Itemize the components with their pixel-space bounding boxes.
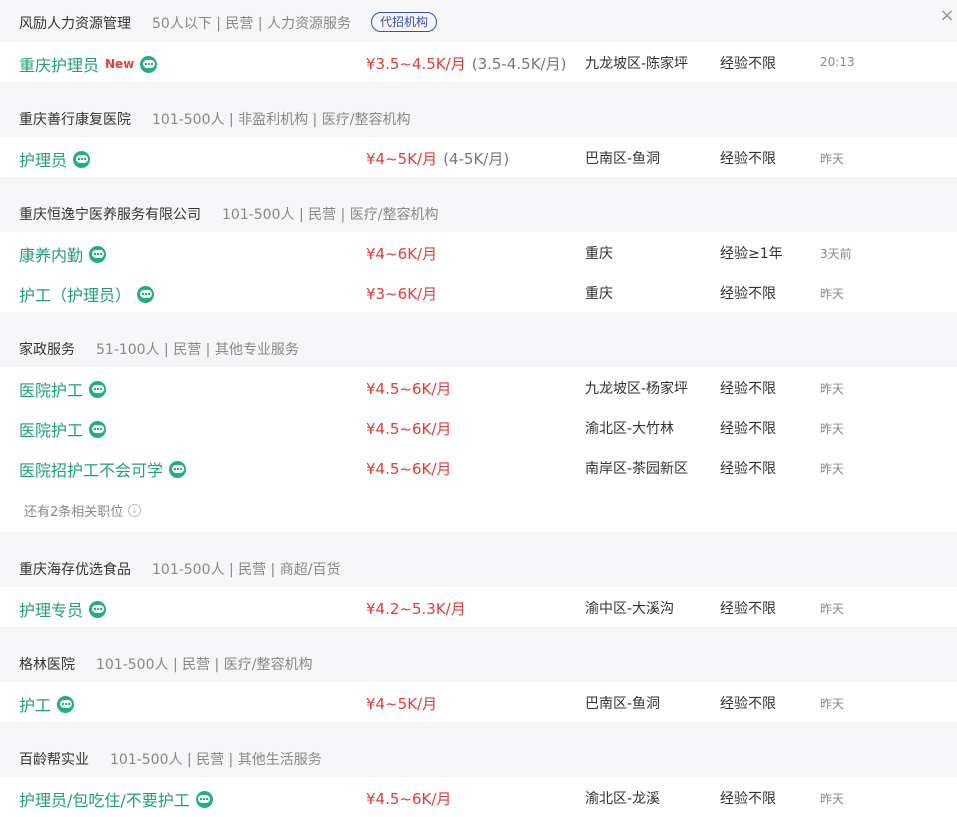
job-title[interactable]: 护工（护理员） bbox=[19, 282, 155, 306]
salary: ¥4~6K/月 bbox=[366, 245, 438, 263]
job-title[interactable]: 护工 bbox=[19, 692, 75, 716]
salary: ¥4~5K/月 (4-5K/月) bbox=[366, 150, 510, 168]
job-title[interactable]: 康养内勤 bbox=[19, 242, 107, 266]
post-time: 昨天 bbox=[820, 602, 845, 616]
job-row[interactable]: 护工（护理员） ¥3~6K/月 重庆 经验不限 昨天 bbox=[0, 272, 957, 312]
salary: ¥4.5~6K/月 bbox=[366, 420, 452, 438]
salary: ¥3~6K/月 bbox=[366, 285, 438, 303]
agency-badge: 代招机构 bbox=[371, 12, 438, 32]
job-row[interactable]: 重庆护理员 New ¥3.5~4.5K/月 (3.5-4.5K/月) 九龙坡区-陈… bbox=[0, 42, 957, 82]
job-title[interactable]: 医院招护工不会可学 bbox=[19, 457, 187, 481]
company-header: 重庆海存优选食品 101-500人 | 民营 | 商超/百货 bbox=[0, 547, 957, 585]
job-location: 九龙坡区-陈家坪 bbox=[585, 56, 689, 72]
post-time: 昨天 bbox=[820, 382, 845, 396]
job-location: 渝北区-龙溪 bbox=[585, 791, 661, 807]
company-name[interactable]: 重庆恒逸宁医养服务有限公司 bbox=[19, 204, 201, 224]
job-experience: 经验不限 bbox=[720, 696, 776, 712]
company-meta: 101-500人 | 非盈利机构 | 医疗/整容机构 bbox=[152, 112, 411, 128]
company-meta: 51-100人 | 民营 | 其他专业服务 bbox=[96, 342, 299, 358]
post-time: 昨天 bbox=[820, 792, 845, 806]
job-experience: 经验不限 bbox=[720, 791, 776, 807]
salary: ¥4.5~6K/月 bbox=[366, 460, 452, 478]
company-header: 格林医院 101-500人 | 民营 | 医疗/整容机构 bbox=[0, 642, 957, 680]
chat-icon[interactable] bbox=[73, 150, 91, 168]
company-header: 重庆善行康复医院 101-500人 | 非盈利机构 | 医疗/整容机构 bbox=[0, 97, 957, 135]
company-meta: 101-500人 | 民营 | 医疗/整容机构 bbox=[222, 207, 439, 223]
company-meta: 101-500人 | 民营 | 其他生活服务 bbox=[110, 752, 322, 768]
chat-icon[interactable] bbox=[89, 600, 107, 618]
salary: ¥4.5~6K/月 bbox=[366, 380, 452, 398]
job-location: 渝北区-大竹林 bbox=[585, 421, 675, 437]
job-row[interactable]: 医院护工 ¥4.5~6K/月 渝北区-大竹林 经验不限 昨天 bbox=[0, 407, 957, 447]
job-experience: 经验不限 bbox=[720, 461, 776, 477]
job-experience: 经验不限 bbox=[720, 421, 776, 437]
job-location: 巴南区-鱼洞 bbox=[585, 151, 661, 167]
job-row[interactable]: 医院招护工不会可学 ¥4.5~6K/月 南岸区-茶园新区 经验不限 昨天 bbox=[0, 447, 957, 487]
job-experience: 经验不限 bbox=[720, 151, 776, 167]
salary: ¥3.5~4.5K/月 (3.5-4.5K/月) bbox=[366, 55, 567, 73]
salary-range: (3.5-4.5K/月) bbox=[471, 55, 567, 73]
chat-icon[interactable] bbox=[89, 420, 107, 438]
chat-icon[interactable] bbox=[140, 55, 158, 73]
chat-icon[interactable] bbox=[89, 245, 107, 263]
company-header: 风励人力资源管理 50人以下 | 民营 | 人力资源服务 代招机构 × bbox=[0, 0, 957, 38]
job-location: 重庆 bbox=[585, 246, 613, 262]
chat-icon[interactable] bbox=[57, 695, 75, 713]
post-time: 昨天 bbox=[820, 697, 845, 711]
expand-icon: ↓ bbox=[128, 504, 142, 517]
company-meta: 50人以下 | 民营 | 人力资源服务 bbox=[152, 16, 352, 32]
job-title[interactable]: 重庆护理员 New bbox=[19, 52, 158, 76]
company-name[interactable]: 格林医院 bbox=[19, 654, 75, 674]
salary-range: (4-5K/月) bbox=[443, 150, 510, 168]
more-jobs-link[interactable]: 还有2条相关职位 ↓ bbox=[24, 501, 142, 520]
job-title[interactable]: 护理专员 bbox=[19, 597, 107, 621]
job-row[interactable]: 护理员/包吃住/不要护工 ¥4.5~6K/月 渝北区-龙溪 经验不限 昨天 bbox=[0, 777, 957, 817]
post-time: 昨天 bbox=[820, 422, 845, 436]
job-location: 南岸区-茶园新区 bbox=[585, 461, 689, 477]
job-experience: 经验不限 bbox=[720, 381, 776, 397]
job-row[interactable]: 护工 ¥4~5K/月 巴南区-鱼洞 经验不限 昨天 bbox=[0, 682, 957, 722]
post-time: 3天前 bbox=[820, 247, 852, 261]
salary: ¥4.2~5.3K/月 bbox=[366, 600, 466, 618]
company-name[interactable]: 重庆海存优选食品 bbox=[19, 559, 131, 579]
job-location: 渝中区-大溪沟 bbox=[585, 601, 675, 617]
job-title[interactable]: 医院护工 bbox=[19, 377, 107, 401]
job-experience: 经验≥1年 bbox=[720, 246, 783, 262]
company-name[interactable]: 家政服务 bbox=[19, 339, 75, 359]
company-header: 家政服务 51-100人 | 民营 | 其他专业服务 bbox=[0, 327, 957, 365]
job-row[interactable]: 护理专员 ¥4.2~5.3K/月 渝中区-大溪沟 经验不限 昨天 bbox=[0, 587, 957, 627]
chat-icon[interactable] bbox=[195, 790, 213, 808]
company-name[interactable]: 百龄帮实业 bbox=[19, 749, 89, 769]
close-icon[interactable]: × bbox=[937, 6, 957, 26]
salary: ¥4~5K/月 bbox=[366, 695, 438, 713]
company-meta: 101-500人 | 民营 | 医疗/整容机构 bbox=[96, 657, 313, 673]
post-time: 昨天 bbox=[820, 152, 845, 166]
chat-icon[interactable] bbox=[89, 380, 107, 398]
company-header: 百龄帮实业 101-500人 | 民营 | 其他生活服务 bbox=[0, 737, 957, 775]
salary: ¥4.5~6K/月 bbox=[366, 790, 452, 808]
job-title[interactable]: 护理员 bbox=[19, 147, 91, 171]
company-name[interactable]: 风励人力资源管理 bbox=[19, 13, 131, 33]
job-experience: 经验不限 bbox=[720, 286, 776, 302]
company-header: 重庆恒逸宁医养服务有限公司 101-500人 | 民营 | 医疗/整容机构 bbox=[0, 192, 957, 230]
post-time: 昨天 bbox=[820, 462, 845, 476]
company-name[interactable]: 重庆善行康复医院 bbox=[19, 109, 131, 129]
company-meta: 101-500人 | 民营 | 商超/百货 bbox=[152, 562, 341, 578]
post-time: 20:13 bbox=[820, 55, 855, 69]
post-time: 昨天 bbox=[820, 287, 845, 301]
job-row[interactable]: 护理员 ¥4~5K/月 (4-5K/月) 巴南区-鱼洞 经验不限 昨天 bbox=[0, 137, 957, 177]
job-row[interactable]: 医院护工 ¥4.5~6K/月 九龙坡区-杨家坪 经验不限 昨天 bbox=[0, 367, 957, 407]
chat-icon[interactable] bbox=[169, 460, 187, 478]
job-title[interactable]: 医院护工 bbox=[19, 417, 107, 441]
new-badge: New bbox=[105, 57, 135, 71]
job-location: 重庆 bbox=[585, 286, 613, 302]
job-experience: 经验不限 bbox=[720, 56, 776, 72]
chat-icon[interactable] bbox=[137, 285, 155, 303]
job-location: 巴南区-鱼洞 bbox=[585, 696, 661, 712]
job-location: 九龙坡区-杨家坪 bbox=[585, 381, 689, 397]
job-row[interactable]: 康养内勤 ¥4~6K/月 重庆 经验≥1年 3天前 bbox=[0, 232, 957, 272]
job-experience: 经验不限 bbox=[720, 601, 776, 617]
job-title[interactable]: 护理员/包吃住/不要护工 bbox=[19, 787, 213, 811]
